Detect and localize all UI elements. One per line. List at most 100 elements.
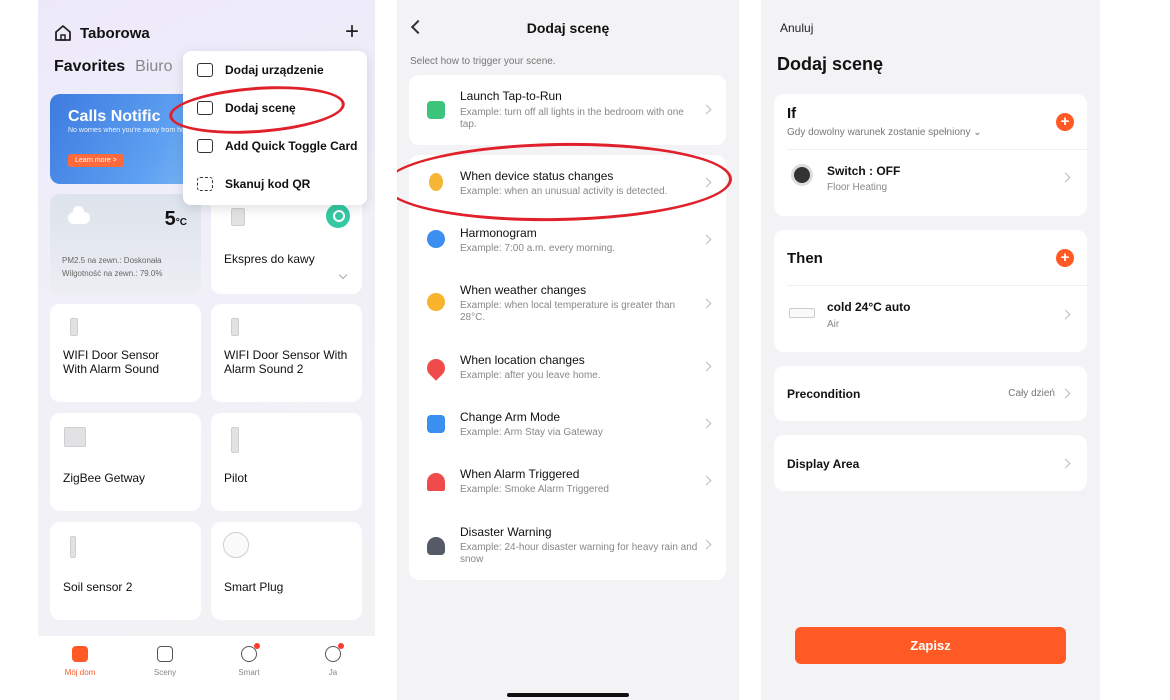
row-desc: Example: 24-hour disaster warning for he… — [460, 542, 698, 565]
chevron-right-icon — [701, 418, 712, 429]
action-row[interactable]: cold 24°C auto Air — [774, 286, 1087, 352]
temperature-value: 5 — [164, 208, 176, 230]
menu-label: Skanuj kod QR — [225, 177, 311, 191]
row-desc: Example: Arm Stay via Gateway — [460, 427, 603, 438]
chevron-right-icon — [701, 361, 712, 372]
tab-label: Mój dom — [64, 668, 96, 677]
chevron-right-icon — [701, 104, 712, 115]
device-label: WIFI Door Sensor With Alarm Sound 2 — [224, 348, 348, 376]
device-label: Pilot — [224, 471, 248, 485]
trigger-row-location[interactable]: When location changes Example: after you… — [409, 345, 726, 393]
remote-icon — [231, 427, 239, 453]
add-action-button[interactable]: + — [1056, 249, 1074, 267]
page-subtitle: Select how to trigger your scene. — [410, 56, 556, 67]
soil-sensor-icon — [70, 536, 76, 558]
action-title: cold 24°C auto — [827, 300, 911, 314]
home-indicator — [507, 693, 629, 697]
air-conditioner-icon — [789, 308, 815, 318]
precondition-label: Precondition — [787, 387, 861, 401]
row-title: When Alarm Triggered — [460, 467, 580, 481]
gateway-icon — [64, 427, 86, 447]
home-screen: Taborowa + Favorites Biuro Calls Notific… — [38, 0, 375, 700]
page-title: Dodaj scenę — [777, 54, 884, 74]
clock-icon — [427, 230, 445, 248]
trigger-row-arm-mode[interactable]: Change Arm Mode Example: Arm Stay via Ga… — [409, 403, 726, 451]
action-device: Air — [827, 319, 840, 330]
trigger-row-disaster[interactable]: Disaster Warning Example: 24-hour disast… — [409, 515, 726, 575]
condition-device: Floor Heating — [827, 182, 888, 193]
device-card-door-sensor-2[interactable]: WIFI Door Sensor With Alarm Sound 2 — [211, 304, 362, 402]
device-card-pilot[interactable]: Pilot — [211, 413, 362, 511]
trigger-row-schedule[interactable]: Harmonogram Example: 7:00 a.m. every mor… — [409, 215, 726, 263]
location-pin-icon — [423, 355, 449, 381]
temperature-unit: °C — [175, 217, 187, 228]
tab-scenes[interactable]: Sceny — [135, 646, 195, 677]
device-label: Ekspres do kawy — [224, 252, 315, 266]
condition-title: Switch : OFF — [827, 164, 901, 178]
tab-my-home[interactable]: Mój dom — [50, 646, 110, 677]
notification-badge — [254, 643, 260, 649]
chevron-down-icon[interactable] — [338, 270, 348, 280]
home-title: Taborowa — [80, 24, 150, 42]
then-section: Then + cold 24°C auto Air — [774, 230, 1087, 352]
learn-more-button[interactable]: Learn more > — [68, 154, 124, 167]
page-title: Dodaj scenę — [526, 20, 610, 36]
cloud-icon — [68, 206, 90, 224]
tab-label: Sceny — [153, 668, 177, 677]
add-card-icon — [197, 139, 213, 153]
shield-check-icon — [427, 415, 445, 433]
tap-hand-icon — [427, 101, 445, 119]
menu-add-device[interactable]: Dodaj urządzenie — [183, 51, 367, 89]
device-card-soil-sensor[interactable]: Soil sensor 2 — [50, 522, 201, 620]
if-label: If — [787, 105, 797, 122]
add-device-icon — [197, 63, 213, 77]
row-title: When location changes — [460, 353, 585, 367]
add-condition-button[interactable]: + — [1056, 113, 1074, 131]
tab-me[interactable]: Ja — [303, 643, 363, 677]
banner-title: Calls Notific — [68, 108, 161, 125]
display-area-row[interactable]: Display Area — [774, 435, 1087, 491]
power-button-icon[interactable] — [326, 204, 350, 228]
menu-label: Dodaj urządzenie — [225, 63, 324, 77]
trigger-row-tap-to-run[interactable]: Launch Tap-to-Run Example: turn off all … — [409, 75, 726, 145]
save-button[interactable]: Zapisz — [795, 627, 1066, 664]
alarm-bell-icon — [427, 473, 445, 491]
home-header[interactable]: Taborowa — [54, 24, 150, 42]
device-card-door-sensor[interactable]: WIFI Door Sensor With Alarm Sound — [50, 304, 201, 402]
device-card-smart-plug[interactable]: Smart Plug — [211, 522, 362, 620]
door-sensor-icon — [70, 318, 78, 336]
weather-card[interactable]: 5°C PM2.5 na zewn.: Doskonała Wilgotność… — [50, 194, 201, 294]
sun-icon — [427, 293, 445, 311]
device-card-coffee[interactable]: Ekspres do kawy — [211, 194, 362, 294]
add-plus-icon[interactable]: + — [345, 20, 359, 44]
door-sensor-icon — [231, 318, 239, 336]
precondition-row[interactable]: Precondition Cały dzień — [774, 366, 1087, 421]
tab-biuro[interactable]: Biuro — [135, 58, 172, 76]
coffee-machine-icon — [231, 208, 245, 226]
chevron-right-icon — [701, 539, 712, 550]
trigger-row-alarm[interactable]: When Alarm Triggered Example: Smoke Alar… — [409, 460, 726, 508]
precondition-value: Cały dzień — [1008, 388, 1055, 399]
chevron-right-icon — [1060, 458, 1071, 469]
scene-type-screen: Dodaj scenę Select how to trigger your s… — [397, 0, 739, 700]
chevron-right-icon — [701, 234, 712, 245]
cancel-button[interactable]: Anuluj — [780, 21, 813, 35]
tab-favorites[interactable]: Favorites — [54, 58, 125, 76]
row-title: Change Arm Mode — [460, 410, 561, 424]
pm25-text: PM2.5 na zewn.: Doskonała — [62, 256, 162, 265]
device-card-zigbee[interactable]: ZigBee Getway — [50, 413, 201, 511]
thermostat-icon — [791, 164, 813, 186]
smart-tab-icon — [241, 643, 260, 662]
tab-smart[interactable]: Smart — [219, 643, 279, 677]
trigger-row-weather[interactable]: When weather changes Example: when local… — [409, 275, 726, 329]
device-label: Smart Plug — [224, 580, 284, 594]
chevron-right-icon — [1060, 388, 1071, 399]
tap-to-run-card[interactable]: Launch Tap-to-Run Example: turn off all … — [409, 75, 726, 145]
scene-edit-screen: Anuluj Dodaj scenę If Gdy dowolny warune… — [761, 0, 1100, 700]
menu-scan-qr[interactable]: Skanuj kod QR — [183, 165, 367, 203]
scenes-tab-icon — [157, 646, 173, 662]
chevron-right-icon — [701, 475, 712, 486]
condition-row[interactable]: Switch : OFF Floor Heating — [774, 150, 1087, 216]
if-condition-mode[interactable]: Gdy dowolny warunek zostanie spełniony ⌄ — [787, 127, 982, 138]
row-desc: Example: after you leave home. — [460, 370, 601, 381]
